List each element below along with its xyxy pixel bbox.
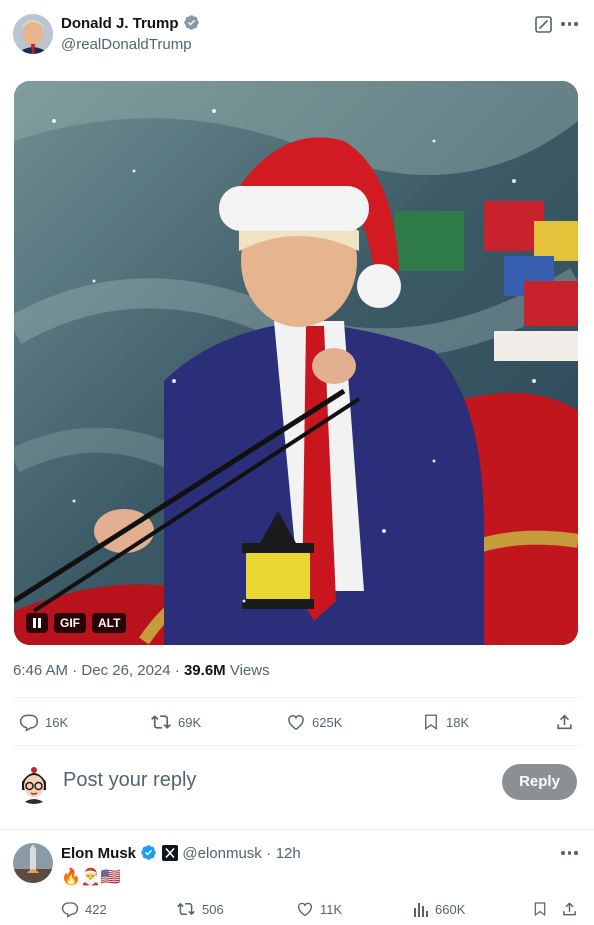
reply-time[interactable]: 12h [276,845,301,862]
reply-input[interactable]: Post your reply [63,769,196,792]
reply-bookmark-action[interactable] [532,900,548,918]
media-badges: GIF ALT [26,613,127,633]
reply-views-count: 660K [435,901,466,917]
reply-header: Elon Musk @elonmusk · 12h [61,844,301,866]
repost-icon [177,902,195,916]
reply-icon [19,714,39,732]
views-label: Views [229,662,270,679]
bookmark-icon [425,714,437,731]
author-name-row: Donald J. Trump [61,14,200,36]
bookmark-action[interactable]: 18K [422,712,469,732]
reply-separator: · [266,845,272,862]
author-avatar[interactable] [13,14,53,54]
views-icon [414,903,428,917]
share-icon [563,902,576,916]
current-user-avatar[interactable] [14,764,54,804]
like-count: 625K [312,714,343,730]
repost-icon [151,715,171,729]
more-icon[interactable] [561,22,578,26]
verified-badge-icon [183,14,200,36]
reply-author-name[interactable]: Elon Musk [61,845,136,862]
reply-share-action[interactable] [561,900,578,918]
tweet-time[interactable]: 6:46 AM [13,662,68,679]
reply-views-action[interactable]: 660K [413,900,465,918]
like-icon [288,715,304,730]
tweet-date[interactable]: Dec 26, 2024 [81,662,170,679]
reply-button[interactable]: Reply [502,764,577,800]
pause-icon[interactable] [26,613,48,633]
reply-author-avatar[interactable] [13,843,53,883]
reply-author-handle[interactable]: @elonmusk [182,845,261,862]
reply-like-action[interactable]: 11K [296,900,342,918]
views-count: 39.6M [183,662,226,679]
grok-icon[interactable] [535,16,552,38]
alt-badge[interactable]: ALT [92,613,127,633]
reply-text: 🔥🎅🇺🇸 [61,867,121,886]
reply-repost-action[interactable]: 506 [176,900,224,918]
reply-repost-count: 506 [202,901,224,917]
reply-count: 16K [45,714,69,730]
more-icon[interactable] [561,851,578,855]
meta-separator-1: · [72,662,78,679]
verified-badge-icon [140,844,157,866]
gif-frame [14,81,578,645]
tweet-media-gif[interactable]: GIF ALT [14,81,578,645]
repost-count: 69K [178,714,202,730]
reply-reply-action[interactable]: 422 [61,900,107,918]
meta-separator-2: · [174,662,180,679]
bookmark-icon [534,902,546,917]
reply-action[interactable]: 16K [19,712,68,732]
x-logo-icon [161,845,178,866]
author-handle[interactable]: @realDonaldTrump [61,36,192,53]
reply-like-count: 11K [320,901,343,917]
tweet-meta: 6:46 AM · Dec 26, 2024 · 39.6M Views [13,662,270,679]
like-action[interactable]: 625K [286,712,342,732]
share-action[interactable] [555,712,574,732]
share-icon [557,714,572,730]
gif-badge: GIF [54,613,86,633]
divider [0,829,594,830]
author-name[interactable]: Donald J. Trump [61,15,179,32]
like-icon [297,902,313,917]
divider [13,697,581,698]
bookmark-count: 18K [446,714,470,730]
repost-action[interactable]: 69K [150,712,201,732]
reply-reply-count: 422 [85,901,107,917]
divider [13,745,581,746]
reply-icon [61,902,79,918]
